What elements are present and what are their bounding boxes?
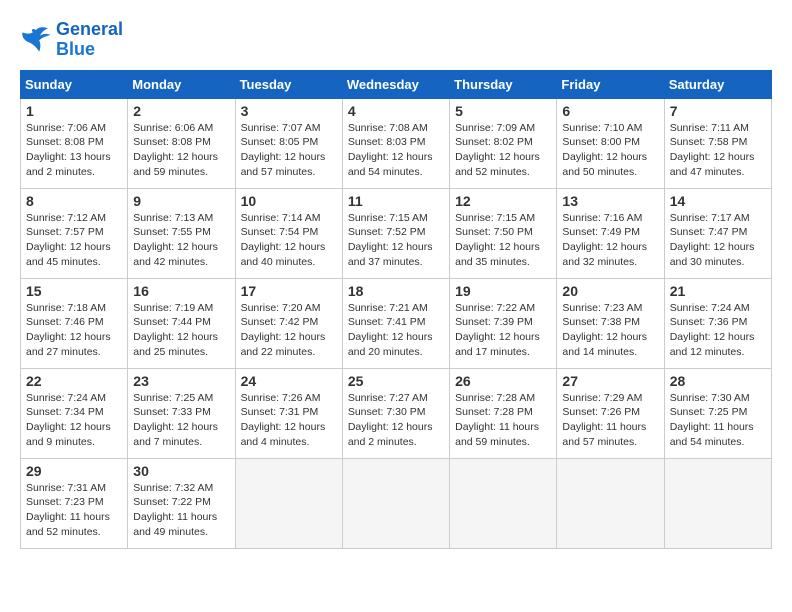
- day-15: 15Sunrise: 7:18 AMSunset: 7:46 PMDayligh…: [21, 278, 128, 368]
- day-22: 22Sunrise: 7:24 AMSunset: 7:34 PMDayligh…: [21, 368, 128, 458]
- day-5: 5Sunrise: 7:09 AMSunset: 8:02 PMDaylight…: [450, 98, 557, 188]
- empty-cell: [450, 458, 557, 548]
- calendar-table: SundayMondayTuesdayWednesdayThursdayFrid…: [20, 70, 772, 549]
- day-10: 10Sunrise: 7:14 AMSunset: 7:54 PMDayligh…: [235, 188, 342, 278]
- day-20: 20Sunrise: 7:23 AMSunset: 7:38 PMDayligh…: [557, 278, 664, 368]
- day-8: 8Sunrise: 7:12 AMSunset: 7:57 PMDaylight…: [21, 188, 128, 278]
- day-29: 29Sunrise: 7:31 AMSunset: 7:23 PMDayligh…: [21, 458, 128, 548]
- col-header-wednesday: Wednesday: [342, 70, 449, 98]
- empty-cell: [557, 458, 664, 548]
- col-header-friday: Friday: [557, 70, 664, 98]
- day-19: 19Sunrise: 7:22 AMSunset: 7:39 PMDayligh…: [450, 278, 557, 368]
- page-header: General Blue: [20, 20, 772, 60]
- empty-cell: [235, 458, 342, 548]
- day-17: 17Sunrise: 7:20 AMSunset: 7:42 PMDayligh…: [235, 278, 342, 368]
- col-header-saturday: Saturday: [664, 70, 771, 98]
- logo-bird-icon: [20, 26, 52, 54]
- day-13: 13Sunrise: 7:16 AMSunset: 7:49 PMDayligh…: [557, 188, 664, 278]
- logo-text: General Blue: [56, 20, 123, 60]
- day-1: 1Sunrise: 7:06 AMSunset: 8:08 PMDaylight…: [21, 98, 128, 188]
- col-header-thursday: Thursday: [450, 70, 557, 98]
- day-3: 3Sunrise: 7:07 AMSunset: 8:05 PMDaylight…: [235, 98, 342, 188]
- day-23: 23Sunrise: 7:25 AMSunset: 7:33 PMDayligh…: [128, 368, 235, 458]
- day-24: 24Sunrise: 7:26 AMSunset: 7:31 PMDayligh…: [235, 368, 342, 458]
- day-2: 2Sunrise: 6:06 AMSunset: 8:08 PMDaylight…: [128, 98, 235, 188]
- col-header-sunday: Sunday: [21, 70, 128, 98]
- day-30: 30Sunrise: 7:32 AMSunset: 7:22 PMDayligh…: [128, 458, 235, 548]
- empty-cell: [664, 458, 771, 548]
- empty-cell: [342, 458, 449, 548]
- day-11: 11Sunrise: 7:15 AMSunset: 7:52 PMDayligh…: [342, 188, 449, 278]
- day-9: 9Sunrise: 7:13 AMSunset: 7:55 PMDaylight…: [128, 188, 235, 278]
- col-header-monday: Monday: [128, 70, 235, 98]
- col-header-tuesday: Tuesday: [235, 70, 342, 98]
- day-26: 26Sunrise: 7:28 AMSunset: 7:28 PMDayligh…: [450, 368, 557, 458]
- day-4: 4Sunrise: 7:08 AMSunset: 8:03 PMDaylight…: [342, 98, 449, 188]
- day-18: 18Sunrise: 7:21 AMSunset: 7:41 PMDayligh…: [342, 278, 449, 368]
- day-14: 14Sunrise: 7:17 AMSunset: 7:47 PMDayligh…: [664, 188, 771, 278]
- day-7: 7Sunrise: 7:11 AMSunset: 7:58 PMDaylight…: [664, 98, 771, 188]
- day-6: 6Sunrise: 7:10 AMSunset: 8:00 PMDaylight…: [557, 98, 664, 188]
- day-27: 27Sunrise: 7:29 AMSunset: 7:26 PMDayligh…: [557, 368, 664, 458]
- day-12: 12Sunrise: 7:15 AMSunset: 7:50 PMDayligh…: [450, 188, 557, 278]
- day-16: 16Sunrise: 7:19 AMSunset: 7:44 PMDayligh…: [128, 278, 235, 368]
- day-21: 21Sunrise: 7:24 AMSunset: 7:36 PMDayligh…: [664, 278, 771, 368]
- day-28: 28Sunrise: 7:30 AMSunset: 7:25 PMDayligh…: [664, 368, 771, 458]
- day-25: 25Sunrise: 7:27 AMSunset: 7:30 PMDayligh…: [342, 368, 449, 458]
- logo: General Blue: [20, 20, 123, 60]
